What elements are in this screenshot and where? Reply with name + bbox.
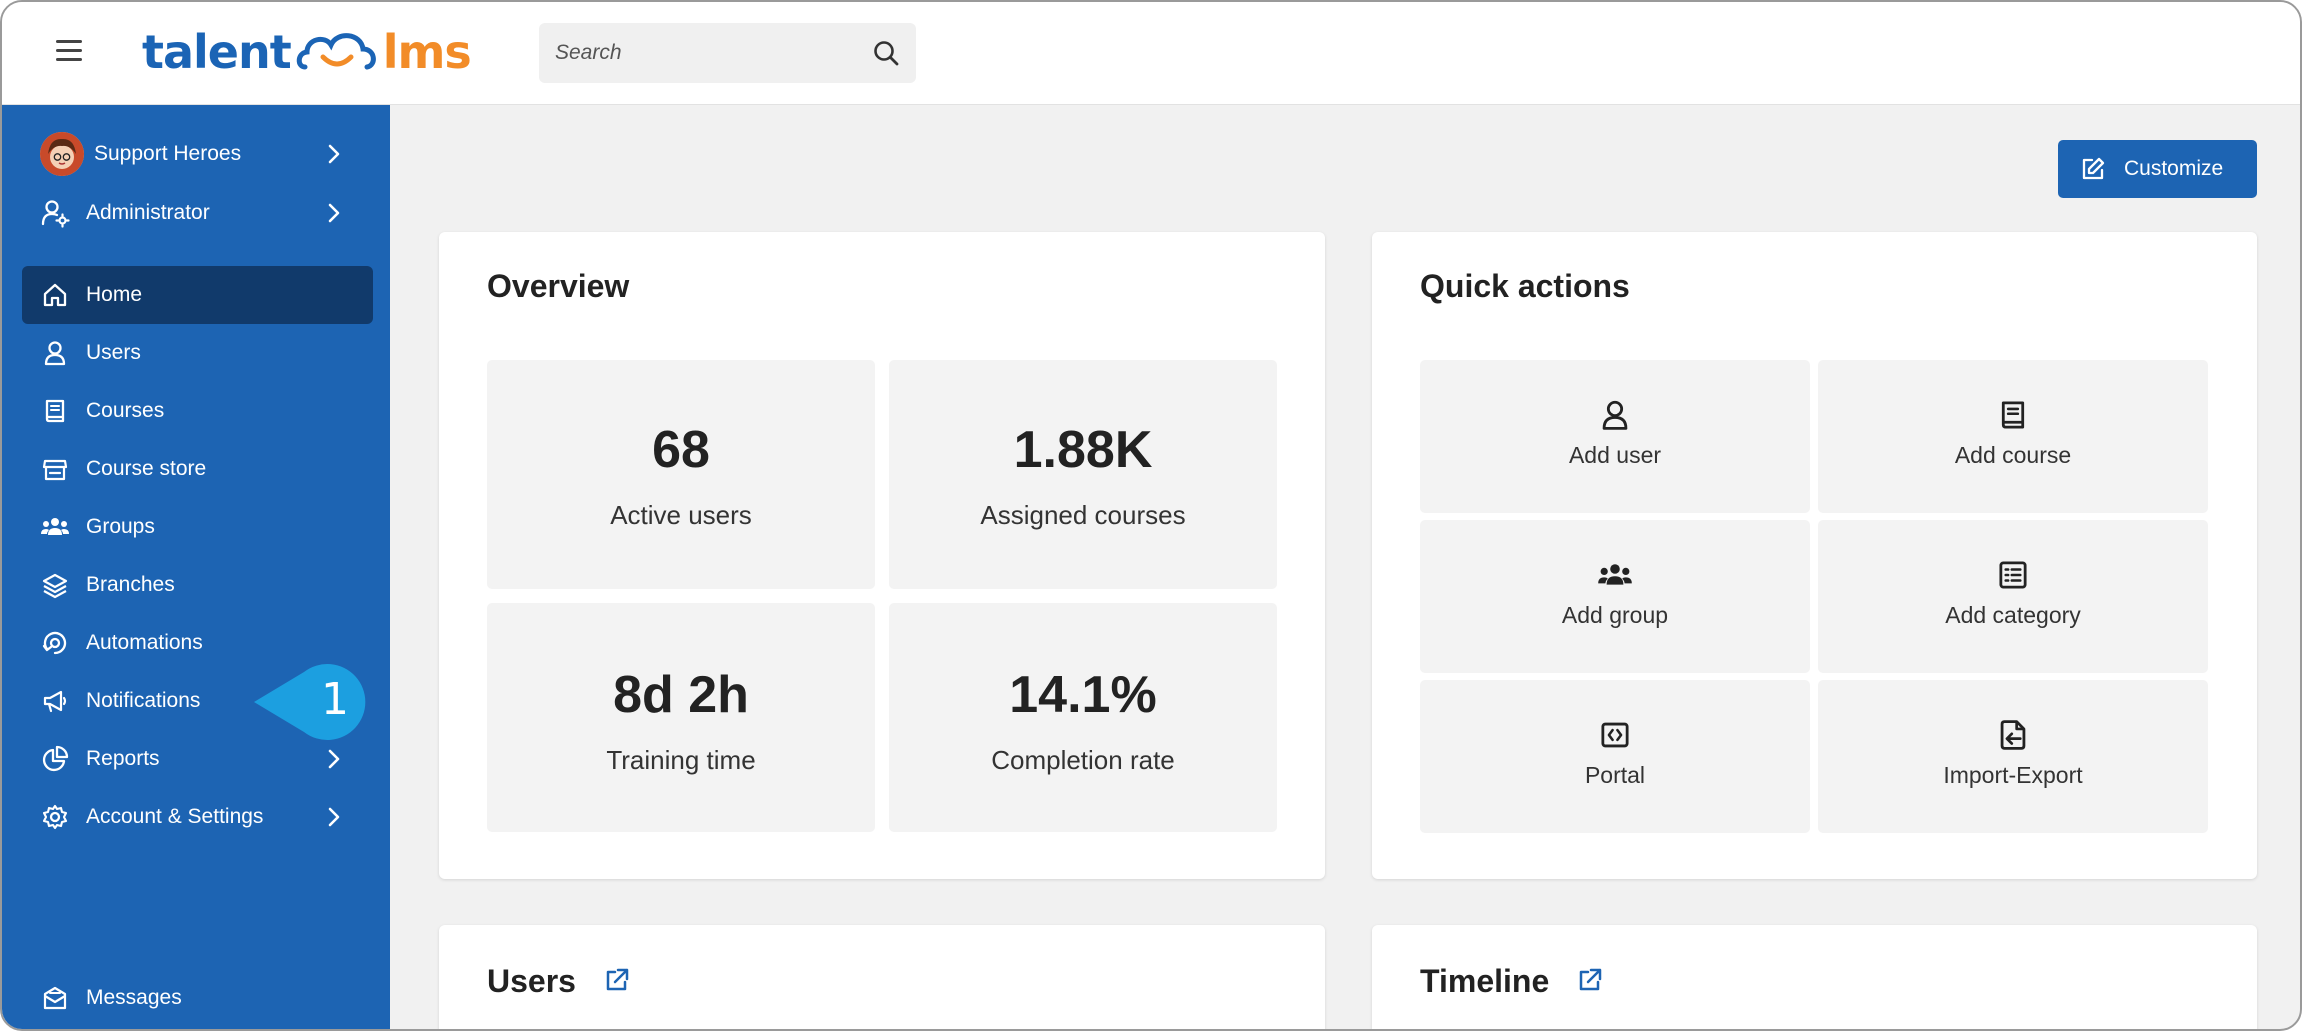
search-icon[interactable] [856, 23, 916, 83]
sidebar-item-course-store[interactable]: Course store [22, 440, 373, 498]
menu-icon[interactable] [56, 40, 82, 64]
sidebar-item-account-settings[interactable]: Account & Settings [22, 788, 373, 846]
overview-title: Overview [487, 268, 630, 304]
gear-icon [22, 788, 86, 846]
home-icon [22, 266, 86, 324]
stat-label: Active users [610, 500, 752, 530]
mail-icon [22, 969, 86, 1027]
add-course-button[interactable]: Add course [1818, 360, 2208, 513]
quick-action-label: Add user [1568, 442, 1662, 468]
sidebar-item-label: Reports [86, 747, 160, 770]
customize-button[interactable]: Customize [2058, 140, 2257, 198]
book-icon [22, 382, 86, 440]
chevron-right-icon [328, 807, 340, 827]
chevron-right-icon [328, 144, 340, 164]
add-group-button[interactable]: Add group [1420, 520, 1810, 673]
search-input[interactable] [539, 41, 856, 65]
stat-training-time[interactable]: 8d 2h Training time [487, 603, 875, 832]
sidebar-item-label: Messages [86, 986, 182, 1009]
quick-actions-card: Quick actions Add user Add course Add gr… [1372, 232, 2257, 879]
sidebar-item-label: Courses [86, 399, 165, 422]
account-name: Support Heroes [94, 142, 242, 165]
top-bar: talent lms [2, 2, 2300, 105]
stat-label: Assigned courses [980, 500, 1186, 530]
stat-value: 1.88K [1013, 421, 1153, 479]
role-switcher[interactable]: Administrator [22, 184, 373, 242]
sidebar-item-label: Groups [86, 515, 155, 538]
sidebar-item-label: Automations [86, 631, 203, 654]
groups-icon [22, 498, 86, 556]
stat-value: 14.1% [1009, 666, 1157, 724]
import-export-icon [1818, 718, 2208, 752]
stat-assigned-courses[interactable]: 1.88K Assigned courses [889, 360, 1277, 589]
app-window: talent lms Search Support Heroes Adminis… [0, 0, 2302, 1031]
talentlms-logo[interactable]: talent lms [142, 22, 472, 82]
stat-label: Training time [606, 745, 756, 775]
quick-action-label: Portal [1584, 762, 1646, 788]
external-link-icon[interactable] [603, 965, 631, 1002]
automation-icon [22, 614, 86, 672]
stat-value: 8d 2h [613, 666, 749, 724]
groups-icon [1420, 558, 1810, 592]
user-gear-icon [22, 184, 86, 242]
sidebar-item-users[interactable]: Users [22, 324, 373, 382]
search-box [539, 23, 916, 83]
sidebar-item-label: Users [86, 341, 141, 364]
user-icon [22, 324, 86, 382]
customize-label: Customize [2124, 157, 2224, 180]
quick-action-label: Add group [1561, 602, 1669, 628]
stat-completion-rate[interactable]: 14.1% Completion rate [889, 603, 1277, 832]
sidebar-item-label: Account & Settings [86, 805, 264, 828]
store-icon [22, 440, 86, 498]
pie-chart-icon [22, 730, 86, 788]
layers-icon [22, 556, 86, 614]
sidebar-item-label: Home [86, 283, 143, 306]
callout-number: 1 [321, 674, 349, 725]
chevron-right-icon [328, 749, 340, 769]
book-icon [1818, 398, 2208, 432]
external-link-icon[interactable] [1576, 965, 1604, 1002]
sidebar-item-branches[interactable]: Branches [22, 556, 373, 614]
quick-actions-title: Quick actions [1420, 268, 1630, 304]
list-icon [1818, 558, 2208, 592]
logo-text-lms: lms [382, 25, 472, 79]
quick-action-label: Add course [1954, 442, 2072, 468]
code-icon [1420, 718, 1810, 752]
megaphone-icon [22, 672, 86, 730]
quick-action-label: Import-Export [1943, 762, 2083, 788]
sidebar-item-label: Course store [86, 457, 207, 480]
import-export-button[interactable]: Import-Export [1818, 680, 2208, 833]
portal-button[interactable]: Portal [1420, 680, 1810, 833]
stat-active-users[interactable]: 68 Active users [487, 360, 875, 589]
logo-text-talent: talent [142, 25, 292, 79]
sidebar-item-home[interactable]: Home [22, 266, 373, 324]
timeline-card: Timeline [1372, 925, 2257, 1029]
sidebar-item-courses[interactable]: Courses [22, 382, 373, 440]
timeline-card-title: Timeline [1420, 963, 1604, 1002]
account-switcher[interactable]: Support Heroes [22, 125, 373, 183]
sidebar-item-label: Notifications [86, 689, 201, 712]
edit-icon [2058, 156, 2118, 182]
timeline-card-title-text: Timeline [1420, 963, 1550, 999]
users-card-title-text: Users [487, 963, 576, 999]
add-category-button[interactable]: Add category [1818, 520, 2208, 673]
users-card-title: Users [487, 963, 631, 1002]
add-user-button[interactable]: Add user [1420, 360, 1810, 513]
callout-badge: 1 [250, 662, 368, 742]
sidebar-item-groups[interactable]: Groups [22, 498, 373, 556]
user-icon [1420, 398, 1810, 432]
role-label: Administrator [86, 201, 210, 224]
chevron-right-icon [328, 203, 340, 223]
avatar [40, 132, 84, 176]
quick-action-label: Add category [1945, 602, 2081, 628]
stat-value: 68 [652, 421, 710, 479]
cloud-smile-icon [296, 33, 376, 70]
stat-label: Completion rate [991, 745, 1175, 775]
overview-card: Overview 68 Active users 1.88K Assigned … [439, 232, 1325, 879]
sidebar: Support Heroes Administrator Home Users … [2, 105, 390, 1029]
users-card: Users [439, 925, 1325, 1029]
sidebar-item-label: Branches [86, 573, 175, 596]
sidebar-item-messages[interactable]: Messages [22, 969, 373, 1027]
